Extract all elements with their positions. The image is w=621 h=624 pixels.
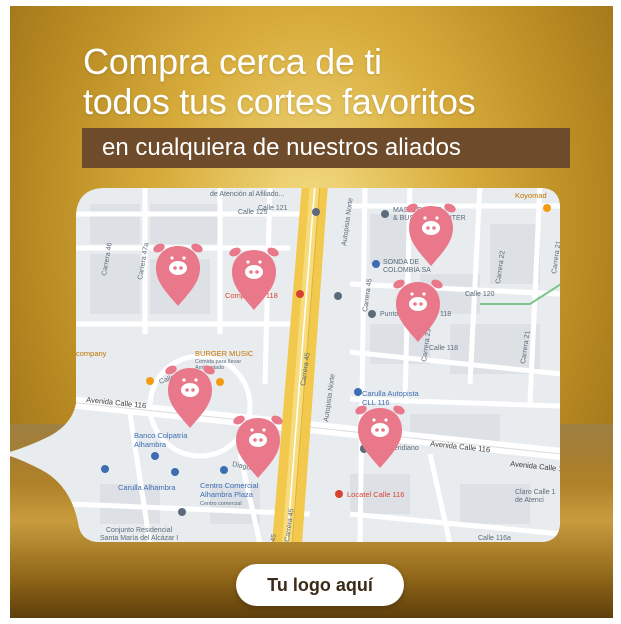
place-company: company xyxy=(76,349,107,358)
place-centro-1: Centro Comercial xyxy=(200,481,259,490)
place-banco-1: Banco Colpatria xyxy=(134,431,188,440)
place-sonda-2: COLOMBIA SA xyxy=(383,267,431,274)
place-carulla-alhambra: Carulla Alhambra xyxy=(118,483,176,492)
street-calle-121: Calle 121 xyxy=(258,205,288,212)
logo-placeholder-button[interactable]: Tu logo aquí xyxy=(236,564,404,606)
place-burger-music: BURGER MUSIC xyxy=(195,349,254,358)
place-claro-2: de Atenci xyxy=(515,497,544,504)
subheadline: en cualquiera de nuestros aliados xyxy=(102,134,461,161)
place-locatel: Locatel Calle 116 xyxy=(347,490,404,499)
place-koyomado: Koyomad xyxy=(515,191,547,200)
place-centro-3: Centro comercial xyxy=(200,501,242,507)
place-claro-1: Claro Calle 1 xyxy=(515,489,556,496)
place-carulla-autopista-1: Carulla Autopista xyxy=(362,389,420,398)
place-sonda-1: SONDA DE xyxy=(383,259,420,266)
place-conjunto-2: Santa María del Alcázar I xyxy=(100,535,178,542)
street-calle-118: Calle 118 xyxy=(429,345,458,352)
street-calle-120: Calle 120 xyxy=(465,291,495,298)
logo-button-label: Tu logo aquí xyxy=(267,575,373,595)
street-45: 45 xyxy=(270,533,278,542)
place-banco-2: Alhambra xyxy=(134,440,167,449)
place-carulla-autopista-2: CLL 116 xyxy=(362,398,390,407)
ad-banner: Compra cerca de ti todos tus cortes favo… xyxy=(10,6,613,618)
place-punto-118: 118 xyxy=(440,311,451,318)
street-calle-116a: Calle 116a xyxy=(478,535,511,542)
place-conjunto-1: Conjunto Residencial xyxy=(106,527,173,534)
subheadline-bar: en cualquiera de nuestros aliados xyxy=(82,128,570,168)
place-atencion-afiliado: de Atención al Afiliado... xyxy=(210,191,284,198)
headline: Compra cerca de ti todos tus cortes favo… xyxy=(83,42,583,122)
map-card[interactable]: Calle 125 Calle 121 Carrera 46 Carrera 4… xyxy=(10,184,561,544)
headline-line-1: Compra cerca de ti xyxy=(83,41,382,82)
place-centro-2: Alhambra Plaza xyxy=(200,490,254,499)
headline-line-2: todos tus cortes favoritos xyxy=(83,81,476,122)
